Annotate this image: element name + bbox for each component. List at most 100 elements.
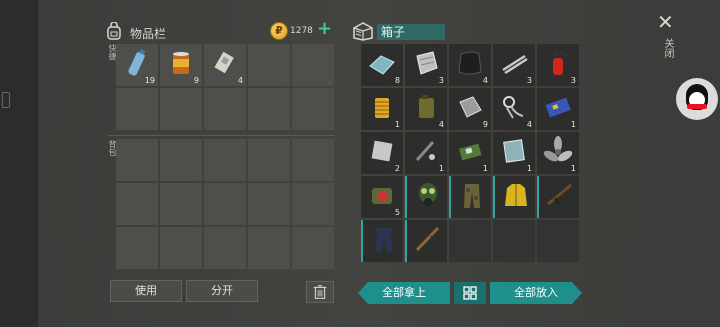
left-bezel xyxy=(0,0,38,327)
backpack-slot[interactable] xyxy=(160,227,202,269)
trash-icon xyxy=(313,285,327,299)
quick-slot[interactable]: 9 xyxy=(160,44,202,86)
box-slot[interactable]: 1 xyxy=(537,88,579,130)
box-slot[interactable] xyxy=(361,220,403,262)
box-slot[interactable]: 1 xyxy=(537,132,579,174)
box-slot[interactable] xyxy=(537,220,579,262)
trash-button[interactable] xyxy=(306,281,334,303)
use-button[interactable]: 使用 xyxy=(110,280,182,302)
item-count: 3 xyxy=(526,76,532,85)
item-count: 3 xyxy=(438,76,444,85)
put-all-button[interactable]: 全部放入 xyxy=(490,282,582,304)
add-coins-button[interactable]: + xyxy=(317,20,332,38)
metal-plate-icon xyxy=(459,96,482,118)
quick-slot[interactable] xyxy=(160,88,202,130)
backpack-slot[interactable] xyxy=(248,227,290,269)
item-count: 1 xyxy=(526,164,532,173)
take-all-button[interactable]: 全部拿上 xyxy=(358,282,450,304)
oil-filter-icon xyxy=(375,98,389,118)
box-slot[interactable]: 9 xyxy=(449,88,491,130)
pipes-icon xyxy=(502,54,528,75)
backpack-slot[interactable] xyxy=(116,139,158,181)
medkit-bag-icon xyxy=(372,188,392,204)
box-slot[interactable]: 1 xyxy=(493,132,535,174)
bandage-icon xyxy=(214,51,234,74)
backpack-slot[interactable] xyxy=(204,183,246,225)
box-slot[interactable]: 4 xyxy=(449,44,491,86)
quick-slot[interactable]: 19 xyxy=(116,44,158,86)
tools-icon xyxy=(415,141,435,161)
steel-sheet-icon xyxy=(371,140,393,162)
close-icon[interactable]: ✕ xyxy=(657,12,674,32)
box-slot[interactable]: 1 xyxy=(405,132,447,174)
item-count: 4 xyxy=(438,120,444,129)
box-slot[interactable]: 2 xyxy=(361,132,403,174)
backpack-slot[interactable] xyxy=(204,139,246,181)
backpack-slot[interactable] xyxy=(160,183,202,225)
blue-pants-icon xyxy=(376,228,392,252)
backpack-slot[interactable] xyxy=(248,139,290,181)
scrap-icon xyxy=(416,51,438,75)
mirror-icon xyxy=(503,139,525,163)
quick-slot[interactable] xyxy=(292,44,334,86)
quick-slot[interactable] xyxy=(116,88,158,130)
box-slot[interactable]: 8 xyxy=(361,44,403,86)
shotgun-icon xyxy=(415,226,440,252)
box-slot[interactable]: 4 xyxy=(493,88,535,130)
box-slot[interactable]: 3 xyxy=(493,44,535,86)
box-slot[interactable]: 3 xyxy=(405,44,447,86)
box-slot[interactable] xyxy=(493,176,535,218)
box-slot[interactable] xyxy=(537,176,579,218)
item-count: 9 xyxy=(193,76,199,85)
divider xyxy=(108,135,335,136)
inventory-title: 物品栏 xyxy=(130,27,167,41)
box-slot[interactable] xyxy=(449,176,491,218)
water-bottle-icon xyxy=(128,49,146,76)
electronics-icon xyxy=(459,143,482,161)
box-slot[interactable] xyxy=(449,220,491,262)
item-count: 4 xyxy=(482,76,488,85)
penguin-avatar-icon[interactable] xyxy=(676,78,718,120)
box-slot[interactable]: 1 xyxy=(361,88,403,130)
item-count: 1 xyxy=(570,120,576,129)
backpack-slot[interactable] xyxy=(116,183,158,225)
backpack-slot[interactable] xyxy=(204,227,246,269)
quick-slot[interactable] xyxy=(248,44,290,86)
item-count: 1 xyxy=(394,120,400,129)
box-slot[interactable] xyxy=(405,220,447,262)
backpack-slot[interactable] xyxy=(160,139,202,181)
sort-grid-icon xyxy=(463,286,477,300)
box-slot[interactable]: 3 xyxy=(537,44,579,86)
item-count: 1 xyxy=(570,164,576,173)
quick-slot[interactable] xyxy=(248,88,290,130)
box-slot[interactable] xyxy=(493,220,535,262)
item-count: 4 xyxy=(526,120,532,129)
camo-pants-icon xyxy=(464,184,480,208)
propeller-icon xyxy=(543,136,573,162)
box-slot[interactable] xyxy=(405,176,447,218)
backpack-slot[interactable] xyxy=(292,227,334,269)
quick-slot[interactable] xyxy=(204,88,246,130)
box-slot[interactable]: 5 xyxy=(361,176,403,218)
rifle-icon xyxy=(547,183,572,206)
storage-box-icon xyxy=(353,22,373,41)
backpack-icon xyxy=(107,22,121,40)
backpack-slot[interactable] xyxy=(248,183,290,225)
item-count: 1 xyxy=(438,164,444,173)
cables-icon xyxy=(503,96,524,119)
backpack-slot[interactable] xyxy=(292,183,334,225)
backpack-slot[interactable] xyxy=(292,139,334,181)
box-slot[interactable]: 4 xyxy=(405,88,447,130)
split-button[interactable]: 分开 xyxy=(186,280,258,302)
quick-slot[interactable] xyxy=(292,88,334,130)
backpack-slot[interactable] xyxy=(116,227,158,269)
coin-icon: ₽ xyxy=(270,22,288,40)
quick-slot[interactable]: 4 xyxy=(204,44,246,86)
backpack-grid xyxy=(116,139,334,269)
box-grid: 8343314941211115 xyxy=(361,44,579,262)
close-label[interactable]: 关闭 xyxy=(660,38,675,58)
sort-button[interactable] xyxy=(454,282,486,304)
fire-extinguisher-icon xyxy=(553,52,568,75)
item-count: 4 xyxy=(237,76,243,85)
box-slot[interactable]: 1 xyxy=(449,132,491,174)
